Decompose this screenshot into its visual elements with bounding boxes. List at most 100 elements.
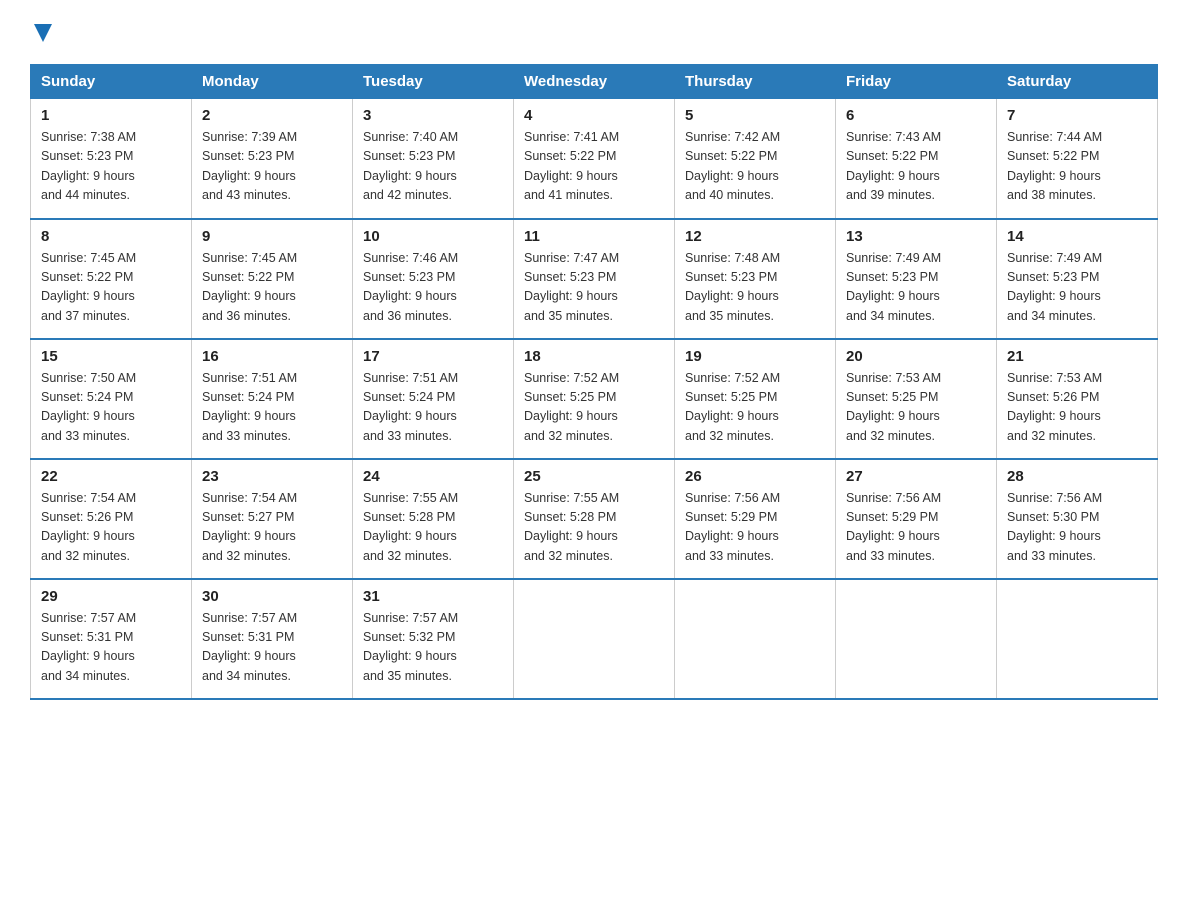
calendar-cell xyxy=(836,579,997,699)
day-number: 8 xyxy=(41,228,181,245)
calendar-cell: 8 Sunrise: 7:45 AMSunset: 5:22 PMDaylight… xyxy=(31,219,192,339)
calendar-cell: 19 Sunrise: 7:52 AMSunset: 5:25 PMDayligh… xyxy=(675,339,836,459)
calendar-cell: 7 Sunrise: 7:44 AMSunset: 5:22 PMDaylight… xyxy=(997,99,1158,219)
column-header-monday: Monday xyxy=(192,65,353,99)
day-info: Sunrise: 7:54 AMSunset: 5:27 PMDaylight:… xyxy=(202,491,297,563)
calendar-cell: 6 Sunrise: 7:43 AMSunset: 5:22 PMDaylight… xyxy=(836,99,997,219)
day-info: Sunrise: 7:53 AMSunset: 5:26 PMDaylight:… xyxy=(1007,371,1102,443)
day-info: Sunrise: 7:46 AMSunset: 5:23 PMDaylight:… xyxy=(363,251,458,323)
calendar-week-row: 22 Sunrise: 7:54 AMSunset: 5:26 PMDayligh… xyxy=(31,459,1158,579)
calendar-cell xyxy=(514,579,675,699)
day-info: Sunrise: 7:55 AMSunset: 5:28 PMDaylight:… xyxy=(524,491,619,563)
day-info: Sunrise: 7:57 AMSunset: 5:32 PMDaylight:… xyxy=(363,611,458,683)
calendar-cell: 23 Sunrise: 7:54 AMSunset: 5:27 PMDayligh… xyxy=(192,459,353,579)
day-number: 2 xyxy=(202,107,342,124)
calendar-week-row: 29 Sunrise: 7:57 AMSunset: 5:31 PMDayligh… xyxy=(31,579,1158,699)
day-info: Sunrise: 7:38 AMSunset: 5:23 PMDaylight:… xyxy=(41,130,136,202)
column-header-thursday: Thursday xyxy=(675,65,836,99)
day-number: 13 xyxy=(846,228,986,245)
calendar-cell: 20 Sunrise: 7:53 AMSunset: 5:25 PMDayligh… xyxy=(836,339,997,459)
calendar-cell: 4 Sunrise: 7:41 AMSunset: 5:22 PMDaylight… xyxy=(514,99,675,219)
calendar-cell: 11 Sunrise: 7:47 AMSunset: 5:23 PMDayligh… xyxy=(514,219,675,339)
column-header-wednesday: Wednesday xyxy=(514,65,675,99)
day-info: Sunrise: 7:56 AMSunset: 5:30 PMDaylight:… xyxy=(1007,491,1102,563)
calendar-cell: 1 Sunrise: 7:38 AMSunset: 5:23 PMDaylight… xyxy=(31,99,192,219)
day-info: Sunrise: 7:50 AMSunset: 5:24 PMDaylight:… xyxy=(41,371,136,443)
day-number: 15 xyxy=(41,348,181,365)
day-info: Sunrise: 7:55 AMSunset: 5:28 PMDaylight:… xyxy=(363,491,458,563)
calendar-cell: 2Sunrise: 7:39 AMSunset: 5:23 PMDaylight… xyxy=(192,99,353,219)
logo xyxy=(30,20,54,44)
day-number: 9 xyxy=(202,228,342,245)
day-number: 21 xyxy=(1007,348,1147,365)
day-number: 22 xyxy=(41,468,181,485)
day-info: Sunrise: 7:52 AMSunset: 5:25 PMDaylight:… xyxy=(524,371,619,443)
column-header-saturday: Saturday xyxy=(997,65,1158,99)
day-info: Sunrise: 7:47 AMSunset: 5:23 PMDaylight:… xyxy=(524,251,619,323)
day-info: Sunrise: 7:41 AMSunset: 5:22 PMDaylight:… xyxy=(524,130,619,202)
day-number: 5 xyxy=(685,107,825,124)
day-number: 20 xyxy=(846,348,986,365)
day-info: Sunrise: 7:54 AMSunset: 5:26 PMDaylight:… xyxy=(41,491,136,563)
day-info: Sunrise: 7:43 AMSunset: 5:22 PMDaylight:… xyxy=(846,130,941,202)
calendar-week-row: 15 Sunrise: 7:50 AMSunset: 5:24 PMDayligh… xyxy=(31,339,1158,459)
day-number: 18 xyxy=(524,348,664,365)
day-number: 17 xyxy=(363,348,503,365)
day-info: Sunrise: 7:53 AMSunset: 5:25 PMDaylight:… xyxy=(846,371,941,443)
calendar-cell: 28 Sunrise: 7:56 AMSunset: 5:30 PMDayligh… xyxy=(997,459,1158,579)
calendar-cell: 24Sunrise: 7:55 AMSunset: 5:28 PMDayligh… xyxy=(353,459,514,579)
calendar-week-row: 8 Sunrise: 7:45 AMSunset: 5:22 PMDaylight… xyxy=(31,219,1158,339)
day-number: 31 xyxy=(363,588,503,605)
calendar-cell: 18 Sunrise: 7:52 AMSunset: 5:25 PMDayligh… xyxy=(514,339,675,459)
day-info: Sunrise: 7:49 AMSunset: 5:23 PMDaylight:… xyxy=(846,251,941,323)
calendar-cell xyxy=(997,579,1158,699)
day-number: 12 xyxy=(685,228,825,245)
day-number: 27 xyxy=(846,468,986,485)
day-info: Sunrise: 7:51 AMSunset: 5:24 PMDaylight:… xyxy=(363,371,458,443)
day-number: 19 xyxy=(685,348,825,365)
day-info: Sunrise: 7:52 AMSunset: 5:25 PMDaylight:… xyxy=(685,371,780,443)
calendar-cell: 12 Sunrise: 7:48 AMSunset: 5:23 PMDayligh… xyxy=(675,219,836,339)
day-number: 6 xyxy=(846,107,986,124)
day-info: Sunrise: 7:45 AMSunset: 5:22 PMDaylight:… xyxy=(41,251,136,323)
day-number: 14 xyxy=(1007,228,1147,245)
day-number: 1 xyxy=(41,107,181,124)
day-info: Sunrise: 7:45 AMSunset: 5:22 PMDaylight:… xyxy=(202,251,297,323)
calendar-cell: 5Sunrise: 7:42 AMSunset: 5:22 PMDaylight… xyxy=(675,99,836,219)
day-info: Sunrise: 7:49 AMSunset: 5:23 PMDaylight:… xyxy=(1007,251,1102,323)
calendar-week-row: 1 Sunrise: 7:38 AMSunset: 5:23 PMDaylight… xyxy=(31,99,1158,219)
day-number: 11 xyxy=(524,228,664,245)
day-info: Sunrise: 7:56 AMSunset: 5:29 PMDaylight:… xyxy=(846,491,941,563)
calendar-cell: 26 Sunrise: 7:56 AMSunset: 5:29 PMDayligh… xyxy=(675,459,836,579)
day-info: Sunrise: 7:56 AMSunset: 5:29 PMDaylight:… xyxy=(685,491,780,563)
page-header xyxy=(30,20,1158,44)
logo-arrow-icon xyxy=(32,22,54,44)
column-header-friday: Friday xyxy=(836,65,997,99)
day-number: 16 xyxy=(202,348,342,365)
calendar-cell: 27 Sunrise: 7:56 AMSunset: 5:29 PMDayligh… xyxy=(836,459,997,579)
day-number: 23 xyxy=(202,468,342,485)
calendar-cell: 3Sunrise: 7:40 AMSunset: 5:23 PMDaylight… xyxy=(353,99,514,219)
day-number: 28 xyxy=(1007,468,1147,485)
day-info: Sunrise: 7:57 AMSunset: 5:31 PMDaylight:… xyxy=(202,611,297,683)
calendar-table: SundayMondayTuesdayWednesdayThursdayFrid… xyxy=(30,64,1158,700)
day-info: Sunrise: 7:44 AMSunset: 5:22 PMDaylight:… xyxy=(1007,130,1102,202)
calendar-cell: 30 Sunrise: 7:57 AMSunset: 5:31 PMDayligh… xyxy=(192,579,353,699)
calendar-cell: 10Sunrise: 7:46 AMSunset: 5:23 PMDayligh… xyxy=(353,219,514,339)
column-header-sunday: Sunday xyxy=(31,65,192,99)
calendar-header-row: SundayMondayTuesdayWednesdayThursdayFrid… xyxy=(31,65,1158,99)
day-number: 30 xyxy=(202,588,342,605)
day-number: 29 xyxy=(41,588,181,605)
day-info: Sunrise: 7:51 AMSunset: 5:24 PMDaylight:… xyxy=(202,371,297,443)
calendar-cell: 16 Sunrise: 7:51 AMSunset: 5:24 PMDayligh… xyxy=(192,339,353,459)
column-header-tuesday: Tuesday xyxy=(353,65,514,99)
calendar-cell: 25Sunrise: 7:55 AMSunset: 5:28 PMDayligh… xyxy=(514,459,675,579)
day-number: 4 xyxy=(524,107,664,124)
day-number: 7 xyxy=(1007,107,1147,124)
calendar-cell: 15 Sunrise: 7:50 AMSunset: 5:24 PMDayligh… xyxy=(31,339,192,459)
day-info: Sunrise: 7:48 AMSunset: 5:23 PMDaylight:… xyxy=(685,251,780,323)
day-info: Sunrise: 7:40 AMSunset: 5:23 PMDaylight:… xyxy=(363,130,458,202)
day-number: 26 xyxy=(685,468,825,485)
calendar-cell: 17 Sunrise: 7:51 AMSunset: 5:24 PMDayligh… xyxy=(353,339,514,459)
calendar-cell: 29Sunrise: 7:57 AMSunset: 5:31 PMDayligh… xyxy=(31,579,192,699)
